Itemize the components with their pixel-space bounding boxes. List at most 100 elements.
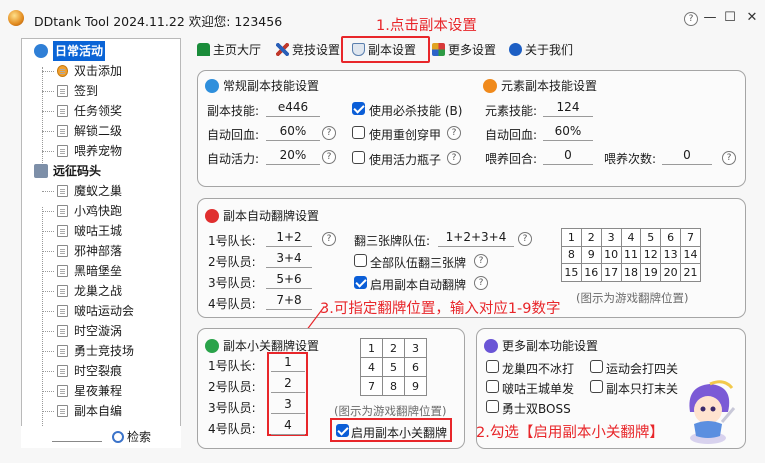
more-feature-label: 龙巢四不冰打 <box>502 362 575 376</box>
mini-flip-row-input[interactable]: 3 <box>271 396 305 414</box>
document-icon <box>57 185 68 197</box>
minimize-button[interactable]: — <box>699 8 721 28</box>
sidebar-item[interactable]: 黑暗堡垒 <box>22 261 180 281</box>
enable-auto-flip-checkbox[interactable] <box>354 276 367 289</box>
sidebar-group-0[interactable]: 日常活动 <box>22 41 180 61</box>
tree-branch-line <box>42 251 54 252</box>
auto-hp-input[interactable]: 60% <box>266 123 320 141</box>
maximize-button[interactable]: ☐ <box>719 8 741 28</box>
use-energy-bottle-label: 使用活力瓶子 <box>369 153 442 167</box>
use-armor-pierce-checkbox[interactable] <box>352 126 365 139</box>
tab-arena-settings[interactable]: 竞技设置 <box>276 40 340 60</box>
sidebar-item-label: 星夜兼程 <box>74 384 123 398</box>
auto-energy-input[interactable]: 20% <box>266 147 320 165</box>
document-icon <box>57 285 68 297</box>
document-icon <box>57 225 68 237</box>
mini-flip-grid-cell: 8 <box>382 376 405 396</box>
sidebar-item[interactable]: 双击添加 <box>22 61 180 81</box>
search-button[interactable]: 检索 <box>112 428 151 445</box>
auto-flip-row-label: 2号队员: <box>208 255 256 269</box>
auto-flip-row-input[interactable]: 5+6 <box>266 271 312 289</box>
tree-branch-line <box>42 191 54 192</box>
skill-input[interactable]: e446 <box>266 99 320 117</box>
tab-more-settings[interactable]: 更多设置 <box>432 40 496 60</box>
all-triple-checkbox[interactable] <box>354 254 367 267</box>
use-energy-bottle-checkbox[interactable] <box>352 151 365 164</box>
sidebar-item[interactable]: 龙巢之战 <box>22 281 180 301</box>
document-icon <box>57 85 68 97</box>
mini-flip-row-input[interactable]: 2 <box>271 375 305 393</box>
document-icon <box>57 405 68 417</box>
tab-about-us[interactable]: 关于我们 <box>509 40 573 60</box>
sidebar-group-label: 日常活动 <box>53 41 106 61</box>
tab-home-hall[interactable]: 主页大厅 <box>197 40 261 60</box>
element-skill-input[interactable]: 124 <box>543 99 593 117</box>
sidebar-item[interactable]: 解锁二级 <box>22 121 180 141</box>
auto-flip-title-text: 副本自动翻牌设置 <box>223 209 320 223</box>
auto-flip-grid-cell: 8 <box>561 245 582 265</box>
sidebar-item[interactable]: 啵咕王城 <box>22 221 180 241</box>
document-icon <box>57 105 68 117</box>
help-icon[interactable]: ? <box>447 126 461 140</box>
help-icon[interactable]: ? <box>322 126 336 140</box>
use-kill-skill-checkbox[interactable] <box>352 102 365 115</box>
document-icon <box>57 305 68 317</box>
enable-mini-flip-checkbox[interactable] <box>336 424 349 437</box>
help-icon[interactable]: ? <box>474 276 488 290</box>
document-icon <box>57 345 68 357</box>
sidebar-group-1[interactable]: 远征码头 <box>22 161 180 181</box>
feed-count-input[interactable]: 0 <box>662 147 712 165</box>
feed-round-input[interactable]: 0 <box>543 147 593 165</box>
sidebar-item[interactable]: 小鸡快跑 <box>22 201 180 221</box>
more-feature-checkbox[interactable] <box>486 380 499 393</box>
more-features-title: 更多副本功能设置 <box>484 337 598 354</box>
help-icon[interactable]: ? <box>322 150 336 164</box>
gear-icon <box>483 79 497 93</box>
tree-branch-line <box>42 151 54 152</box>
sidebar-item[interactable]: 时空漩涡 <box>22 321 180 341</box>
more-features-title-text: 更多副本功能设置 <box>502 339 599 353</box>
more-feature-checkbox[interactable] <box>590 380 603 393</box>
auto-flip-grid-note: (图示为游戏翻牌位置) <box>576 291 689 305</box>
sidebar-item[interactable]: 邪神部落 <box>22 241 180 261</box>
help-icon[interactable]: ? <box>722 151 736 165</box>
sidebar-item[interactable]: 星夜兼程 <box>22 381 180 401</box>
help-icon[interactable]: ? <box>322 232 336 246</box>
tab-label: 副本设置 <box>368 43 417 57</box>
sidebar-tree[interactable]: 日常活动 双击添加 签到 任务领奖 解锁二级 喂养宠物 远征码头 魔蚁之巢 小鸡快跑 啵咕王城 邪神… <box>21 38 181 448</box>
auto-flip-row-input[interactable]: 3+4 <box>266 250 312 268</box>
element-auto-hp-input[interactable]: 60% <box>543 123 593 141</box>
close-button[interactable]: ✕ <box>741 8 763 28</box>
auto-flip-grid-cell: 6 <box>660 228 682 247</box>
more-feature-checkbox[interactable] <box>486 400 499 413</box>
sidebar-item[interactable]: 签到 <box>22 81 180 101</box>
all-triple-label: 全部队伍翻三张牌 <box>370 256 467 270</box>
more-feature-checkbox[interactable] <box>590 360 603 373</box>
element-auto-hp-label: 自动回血: <box>485 128 538 142</box>
sidebar-item[interactable]: 魔蚁之巢 <box>22 181 180 201</box>
triple-input[interactable]: 1+2+3+4 <box>438 229 514 247</box>
sidebar-item[interactable]: 时空裂痕 <box>22 361 180 381</box>
document-icon <box>57 365 68 377</box>
help-icon[interactable]: ? <box>518 232 532 246</box>
auto-flip-grid-cell: 4 <box>620 228 642 247</box>
more-feature-checkbox[interactable] <box>486 360 499 373</box>
tab-dungeon-settings[interactable]: 副本设置 <box>352 40 416 60</box>
sidebar-item[interactable]: 任务领奖 <box>22 101 180 121</box>
sidebar-item[interactable]: 喂养宠物 <box>22 141 180 161</box>
mini-flip-row-input[interactable]: 4 <box>271 417 305 435</box>
auto-flip-grid-cell: 21 <box>680 263 701 282</box>
skill-label: 副本技能: <box>207 104 260 118</box>
mini-flip-row-input[interactable]: 1 <box>271 354 305 372</box>
tree-branch-line <box>42 131 54 132</box>
sidebar-item[interactable]: 副本自编 <box>22 401 180 421</box>
auto-flip-row-input[interactable]: 1+2 <box>266 229 312 247</box>
sidebar-item[interactable]: 勇士竞技场 <box>22 341 180 361</box>
tree-branch-line <box>42 331 54 332</box>
help-icon[interactable]: ? <box>447 151 461 165</box>
gear-icon <box>205 339 219 353</box>
help-icon[interactable]: ? <box>474 254 488 268</box>
search-label: 检索 <box>127 430 152 444</box>
sidebar-item-label: 龙巢之战 <box>74 284 123 298</box>
sidebar-item[interactable]: 啵咕运动会 <box>22 301 180 321</box>
